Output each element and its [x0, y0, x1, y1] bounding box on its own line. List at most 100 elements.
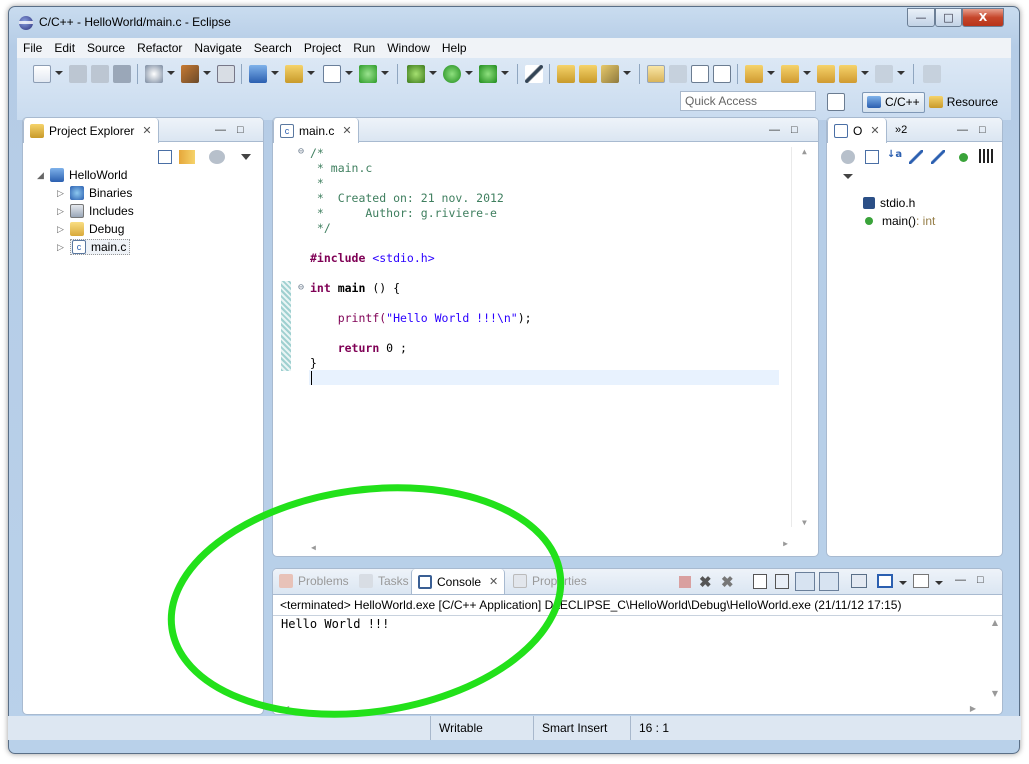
hide-fields-icon[interactable]: [841, 150, 855, 164]
tree-item-binaries[interactable]: ▷ Binaries: [57, 184, 132, 202]
title-bar[interactable]: C/C++ - HelloWorld/main.c - Eclipse — □ …: [9, 7, 1019, 37]
tab-main-c[interactable]: c main.c ✕: [273, 118, 359, 143]
pin-editor-icon[interactable]: [923, 65, 941, 83]
open-type-icon[interactable]: [557, 65, 575, 83]
search-dropdown-icon[interactable]: [623, 71, 631, 75]
working-sets-icon[interactable]: [209, 150, 225, 164]
quick-access-input[interactable]: Quick Access: [680, 91, 816, 111]
show-whitespace-icon[interactable]: [713, 65, 731, 83]
link-with-editor-icon[interactable]: [179, 150, 195, 164]
show-console-on-stderr-icon[interactable]: [819, 572, 839, 591]
scroll-left-icon[interactable]: ◀: [283, 704, 289, 713]
collapsed-arrow-icon[interactable]: ▷: [57, 188, 67, 199]
code-editor[interactable]: ⊖ ⊖ /* * main.c * * Created on: 21 nov. …: [273, 143, 818, 556]
scroll-lock-icon[interactable]: [775, 574, 789, 589]
remove-all-terminated-icon[interactable]: ✖: [721, 573, 734, 591]
new-folder-dropdown-icon[interactable]: [307, 71, 315, 75]
scroll-right-icon[interactable]: ▶: [970, 704, 976, 713]
build-settings-icon[interactable]: [145, 65, 163, 83]
close-icon[interactable]: ✕: [342, 124, 351, 137]
minimize-button[interactable]: —: [907, 8, 935, 27]
debug-dropdown-icon[interactable]: [429, 71, 437, 75]
new-source-file-icon[interactable]: [323, 65, 341, 83]
view-menu-icon[interactable]: [241, 154, 251, 160]
close-icon[interactable]: ✕: [142, 124, 151, 137]
open-console-dropdown-icon[interactable]: [935, 581, 943, 585]
tab-project-explorer[interactable]: Project Explorer ✕: [23, 118, 159, 143]
tree-item-project[interactable]: ◢ HelloWorld: [37, 166, 127, 184]
menu-edit[interactable]: Edit: [54, 41, 75, 55]
maximize-view-icon[interactable]: □: [977, 574, 984, 586]
menu-source[interactable]: Source: [87, 41, 125, 55]
minimize-view-icon[interactable]: —: [955, 574, 966, 586]
horizontal-scrollbar[interactable]: ◀ ▶: [311, 539, 788, 552]
scroll-up-icon[interactable]: ▲: [992, 618, 998, 627]
show-console-on-stdout-icon[interactable]: [795, 572, 815, 591]
run-icon[interactable]: [443, 65, 461, 83]
search-icon[interactable]: [601, 65, 619, 83]
run-dropdown-icon[interactable]: [465, 71, 473, 75]
hide-members-icon[interactable]: [959, 153, 968, 162]
open-console-icon[interactable]: [913, 574, 929, 588]
forward-dropdown-icon[interactable]: [897, 71, 905, 75]
tab-console[interactable]: Console ✕: [411, 569, 506, 594]
maximize-view-icon[interactable]: □: [791, 124, 798, 136]
outline-item-include[interactable]: stdio.h: [863, 194, 915, 212]
previous-annotation-icon[interactable]: [781, 65, 799, 83]
back-dropdown-icon[interactable]: [861, 71, 869, 75]
maximize-button[interactable]: □: [935, 8, 962, 27]
menu-file[interactable]: File: [23, 41, 42, 55]
last-edit-icon[interactable]: [817, 65, 835, 83]
build-dropdown-icon[interactable]: [203, 71, 211, 75]
skip-breakpoints-icon[interactable]: [525, 65, 543, 83]
remove-launch-icon[interactable]: ✖: [699, 573, 712, 591]
collapsed-arrow-icon[interactable]: ▷: [57, 206, 67, 217]
minimize-view-icon[interactable]: —: [215, 124, 226, 136]
forward-arrow-icon[interactable]: [875, 65, 893, 83]
binary-icon[interactable]: [217, 65, 235, 83]
external-tools-dropdown-icon[interactable]: [501, 71, 509, 75]
collapse-all-icon[interactable]: [865, 150, 879, 164]
close-icon[interactable]: ✕: [870, 124, 879, 137]
fold-collapse-icon[interactable]: ⊖: [298, 146, 304, 157]
next-annotation-icon[interactable]: [745, 65, 763, 83]
tab-problems[interactable]: Problems: [273, 569, 355, 593]
maximize-view-icon[interactable]: □: [237, 124, 244, 136]
new-project-icon[interactable]: [249, 65, 267, 83]
tree-item-main-c[interactable]: ▷ c main.c: [57, 238, 131, 256]
toggle-mark-icon[interactable]: [669, 65, 687, 83]
menu-navigate[interactable]: Navigate: [194, 41, 241, 55]
new-project-dropdown-icon[interactable]: [271, 71, 279, 75]
block-selection-icon[interactable]: [691, 65, 709, 83]
tree-item-includes[interactable]: ▷ Includes: [57, 202, 134, 220]
print-icon[interactable]: [113, 65, 131, 83]
save-all-icon[interactable]: [91, 65, 109, 83]
group-includes-icon[interactable]: [979, 149, 993, 163]
collapsed-arrow-icon[interactable]: ▷: [57, 224, 67, 235]
maximize-view-icon[interactable]: □: [979, 124, 986, 136]
perspective-cpp-button[interactable]: C/C++: [862, 91, 925, 113]
scroll-down-icon[interactable]: ▼: [992, 689, 998, 698]
new-folder-icon[interactable]: [285, 65, 303, 83]
hide-static-icon[interactable]: [909, 150, 923, 164]
collapse-all-icon[interactable]: [158, 150, 172, 164]
debug-bug-icon[interactable]: [407, 65, 425, 83]
new-class-dropdown-icon[interactable]: [381, 71, 389, 75]
console-output-area[interactable]: Hello World !!! ▲ ▼ ◀ ▶: [273, 615, 1002, 714]
back-arrow-icon[interactable]: [839, 65, 857, 83]
menu-run[interactable]: Run: [353, 41, 375, 55]
new-dropdown-icon[interactable]: [55, 71, 63, 75]
open-perspective-icon[interactable]: [827, 93, 845, 111]
build-hammer-icon[interactable]: [181, 65, 199, 83]
tab-outline[interactable]: O ✕: [827, 118, 887, 143]
minimize-view-icon[interactable]: —: [957, 124, 968, 136]
previous-annotation-dropdown-icon[interactable]: [803, 71, 811, 75]
tab-tasks[interactable]: Tasks: [353, 569, 415, 593]
build-settings-dropdown-icon[interactable]: [167, 71, 175, 75]
hide-non-public-icon[interactable]: [931, 150, 945, 164]
perspective-resource-button[interactable]: Resource: [925, 92, 1002, 113]
external-tools-icon[interactable]: [479, 65, 497, 83]
pin-console-icon[interactable]: [851, 574, 867, 588]
new-class-icon[interactable]: [359, 65, 377, 83]
menu-search[interactable]: Search: [254, 41, 292, 55]
